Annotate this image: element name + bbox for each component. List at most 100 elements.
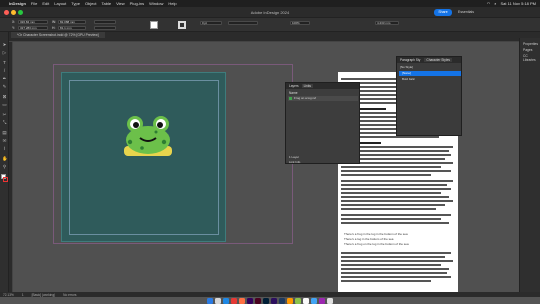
text-tool-icon[interactable]: T — [2, 60, 7, 65]
stroke-weight-field[interactable]: 0 pt — [200, 21, 222, 25]
menu-view[interactable]: View — [116, 1, 125, 6]
menu-file[interactable]: File — [31, 1, 37, 6]
app-icon[interactable] — [311, 297, 317, 304]
workspace-switcher[interactable]: Essentials — [458, 10, 474, 14]
tab-layers[interactable]: Layers — [289, 84, 299, 88]
pen-tool-icon[interactable]: ✒ — [2, 76, 7, 81]
zoom-window-button[interactable] — [18, 10, 23, 15]
illustrator-icon[interactable] — [247, 297, 253, 304]
rotation-field[interactable] — [94, 20, 116, 24]
tab-character-styles[interactable]: Character Styles — [424, 58, 452, 62]
pencil-tool-icon[interactable]: ✎ — [2, 84, 7, 89]
h-field[interactable]: 81.1 mm — [58, 26, 86, 30]
safari-icon[interactable] — [223, 297, 229, 304]
preflight-profile[interactable]: [Basic] (working) — [32, 293, 56, 297]
pages-panel-button[interactable]: Pages — [523, 48, 532, 52]
trash-icon[interactable] — [327, 297, 333, 304]
search-icon[interactable]: ⌕ — [494, 1, 496, 6]
stroke-type-select[interactable] — [228, 21, 258, 25]
rectangle-tool-icon[interactable]: ▭ — [2, 102, 7, 107]
w-label: W: — [52, 20, 57, 24]
rectangle-frame-tool-icon[interactable]: ⊠ — [2, 94, 7, 99]
fill-swatch[interactable] — [150, 21, 158, 29]
layer-visibility-icon[interactable] — [289, 97, 292, 100]
launchpad-icon[interactable] — [215, 297, 221, 304]
app-icon[interactable] — [231, 297, 237, 304]
finder-icon[interactable] — [207, 297, 213, 304]
h-label: H: — [52, 26, 56, 30]
properties-panel-button[interactable]: Properties — [523, 42, 538, 46]
page-number[interactable]: 1 — [22, 293, 24, 297]
x-field[interactable]: 326.84 mm — [18, 20, 48, 24]
frog-right-pupil — [157, 122, 163, 128]
bullet-item: There's a log in the bottom of the sea — [344, 237, 394, 241]
app-icon[interactable] — [239, 297, 245, 304]
tab-paragraph-styles[interactable]: Paragraph Sty — [400, 58, 420, 62]
tab-links[interactable]: Links — [301, 84, 314, 88]
line-tool-icon[interactable]: / — [2, 68, 7, 73]
frog-spot — [161, 139, 167, 145]
menu-object[interactable]: Object — [85, 1, 97, 6]
w-field[interactable]: 82.088 mm — [58, 20, 86, 24]
minimize-window-button[interactable] — [11, 10, 16, 15]
wifi-icon[interactable]: ◠ — [487, 1, 491, 6]
app-icon[interactable] — [319, 297, 325, 304]
gradient-tool-icon[interactable]: ▤ — [2, 130, 7, 135]
y-field[interactable]: 327.283 mm — [18, 26, 48, 30]
cc-libraries-panel-button[interactable]: CC Libraries — [523, 54, 540, 62]
menu-app-name[interactable]: InDesign — [9, 1, 26, 6]
styles-section-label: [No Style] — [400, 65, 414, 69]
stroke-color-icon[interactable] — [3, 177, 8, 182]
stroke-swatch[interactable] — [178, 21, 186, 29]
zoom-level[interactable]: 72.13% — [3, 293, 14, 297]
note-tool-icon[interactable]: ✉ — [2, 138, 7, 143]
app-icon[interactable] — [295, 297, 301, 304]
hand-tool-icon[interactable]: ✋ — [2, 156, 8, 161]
menu-type[interactable]: Type — [71, 1, 80, 6]
character-styles-panel: Paragraph Sty Character Styles [No Style… — [396, 56, 462, 136]
indesign-icon[interactable] — [255, 297, 261, 304]
frog-spot — [127, 139, 133, 145]
bullet-item: There's a frog in the log in the bottom … — [344, 232, 408, 236]
x-label: X: — [12, 20, 16, 24]
scissors-tool-icon[interactable]: ✂ — [2, 112, 7, 117]
style-row[interactable]: Bold Italic — [402, 77, 415, 81]
selection-tool-icon[interactable]: ➤ — [2, 42, 7, 47]
zoom-tool-icon[interactable]: ⚲ — [2, 164, 7, 169]
menu-plugins[interactable]: Plug-ins — [130, 1, 144, 6]
preflight-errors[interactable]: No errors — [63, 293, 76, 297]
eyedropper-tool-icon[interactable]: ⌇ — [2, 146, 7, 151]
frog-spot — [140, 146, 144, 150]
layers-panel-tabs: Layers Links — [286, 83, 359, 89]
layer-row[interactable]: Frog on a log ref — [288, 96, 358, 101]
bullet-item: There's a frog on the log in the bottom … — [344, 242, 409, 246]
control-bar: X: 326.84 mm Y: 327.283 mm W: 82.088 mm … — [0, 18, 540, 32]
photoshop-icon[interactable] — [263, 297, 269, 304]
reference-size-field[interactable]: 4.233 mm — [375, 21, 399, 25]
menu-window[interactable]: Window — [149, 1, 163, 6]
app-title-bar: Adobe InDesign 2024 Share Essentials — [0, 7, 540, 18]
direct-selection-tool-icon[interactable]: ▷ — [2, 50, 7, 55]
free-transform-tool-icon[interactable]: ⤡ — [2, 120, 7, 125]
mac-dock — [0, 297, 540, 304]
app-icon[interactable] — [271, 297, 277, 304]
link-info-toggle[interactable]: Link Info — [289, 160, 300, 164]
menu-help[interactable]: Help — [168, 1, 176, 6]
menu-edit[interactable]: Edit — [42, 1, 49, 6]
app-icon[interactable] — [287, 297, 293, 304]
menu-layout[interactable]: Layout — [54, 1, 66, 6]
clock[interactable]: Sat 11 Nov 5:18 PM — [501, 1, 537, 6]
mac-menu-bar: InDesign File Edit Layout Type Object Ta… — [0, 0, 540, 7]
close-window-button[interactable] — [4, 10, 9, 15]
frog-on-log-illustration[interactable] — [118, 112, 178, 158]
menu-table[interactable]: Table — [102, 1, 112, 6]
share-button[interactable]: Share — [434, 9, 452, 16]
tools-panel: ➤ ▷ T / ✒ ✎ ⊠ ▭ ✂ ⤡ ▤ ✉ ⌇ ✋ ⚲ — [0, 32, 9, 292]
layer-count: 1 Layer — [289, 155, 300, 159]
style-row-selected[interactable]: [None] — [399, 71, 461, 76]
shear-field[interactable] — [94, 26, 116, 30]
app-icon[interactable] — [279, 297, 285, 304]
opacity-field[interactable]: 100% — [290, 21, 310, 25]
word-icon[interactable] — [303, 297, 309, 304]
frog-spot — [154, 130, 158, 134]
